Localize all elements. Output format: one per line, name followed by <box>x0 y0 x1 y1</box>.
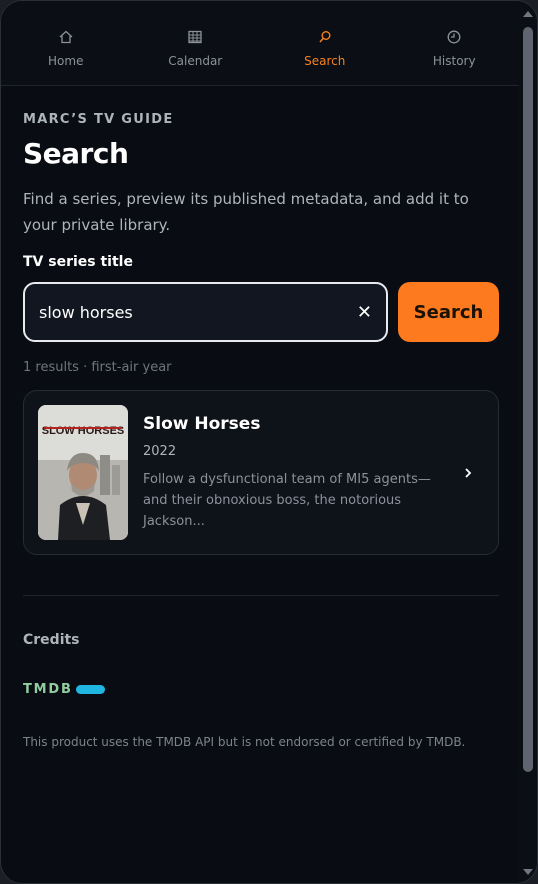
app-name: MARC’S TV GUIDE <box>23 112 174 127</box>
nav-item-search[interactable]: Search <box>260 1 390 85</box>
app-window: Home Calendar Search History MARC’S TV G… <box>0 0 538 884</box>
history-icon <box>447 26 461 48</box>
tmdb-logo-pill <box>75 685 105 694</box>
divider <box>23 595 499 596</box>
chevron-right-icon <box>464 464 472 483</box>
show-year: 2022 <box>143 443 177 459</box>
search-row: ✕ Search <box>23 282 499 342</box>
page-title: Search <box>23 137 129 170</box>
nav-label-calendar: Calendar <box>168 54 223 68</box>
scrollbar[interactable] <box>519 1 537 883</box>
nav-label-history: History <box>432 54 476 68</box>
clear-icon[interactable]: ✕ <box>357 302 372 323</box>
search-box: ✕ <box>23 282 388 342</box>
show-description: Follow a dysfunctional team of MI5 agent… <box>143 471 431 529</box>
result-card[interactable]: SLOW HORSES Slow Horses 2022 Follow a dy… <box>23 390 499 555</box>
search-input[interactable] <box>39 302 357 322</box>
tmdb-logo-text: TMDB <box>23 682 73 697</box>
credits-title: Credits <box>23 632 80 648</box>
calendar-icon <box>188 26 202 48</box>
tmdb-disclaimer: This product uses the TMDB API but is no… <box>23 735 466 749</box>
search-icon <box>318 26 332 48</box>
poster-title-text: SLOW HORSES <box>42 425 125 437</box>
result-card-body: Slow Horses 2022 Follow a dysfunctional … <box>143 414 448 532</box>
nav-label-home: Home <box>48 54 84 68</box>
search-field-label: TV series title <box>23 254 133 270</box>
show-poster: SLOW HORSES <box>38 405 128 540</box>
tmdb-logo: TMDB <box>23 682 499 697</box>
nav-label-search: Search <box>304 54 346 68</box>
home-icon <box>59 26 73 48</box>
scroll-up-arrow-icon[interactable] <box>523 11 533 17</box>
nav-item-calendar[interactable]: Calendar <box>131 1 261 85</box>
main-content: MARC’S TV GUIDE Search Find a series, pr… <box>23 86 499 749</box>
top-nav: Home Calendar Search History <box>1 1 519 86</box>
results-count: 1 results · first-air year <box>23 360 172 375</box>
page-intro: Find a series, preview its published met… <box>23 190 469 234</box>
nav-item-home[interactable]: Home <box>1 1 131 85</box>
show-title: Slow Horses <box>143 413 261 434</box>
search-button[interactable]: Search <box>398 282 499 342</box>
nav-item-history[interactable]: History <box>390 1 520 85</box>
scrollbar-thumb[interactable] <box>523 27 533 772</box>
scroll-down-arrow-icon[interactable] <box>523 869 533 875</box>
